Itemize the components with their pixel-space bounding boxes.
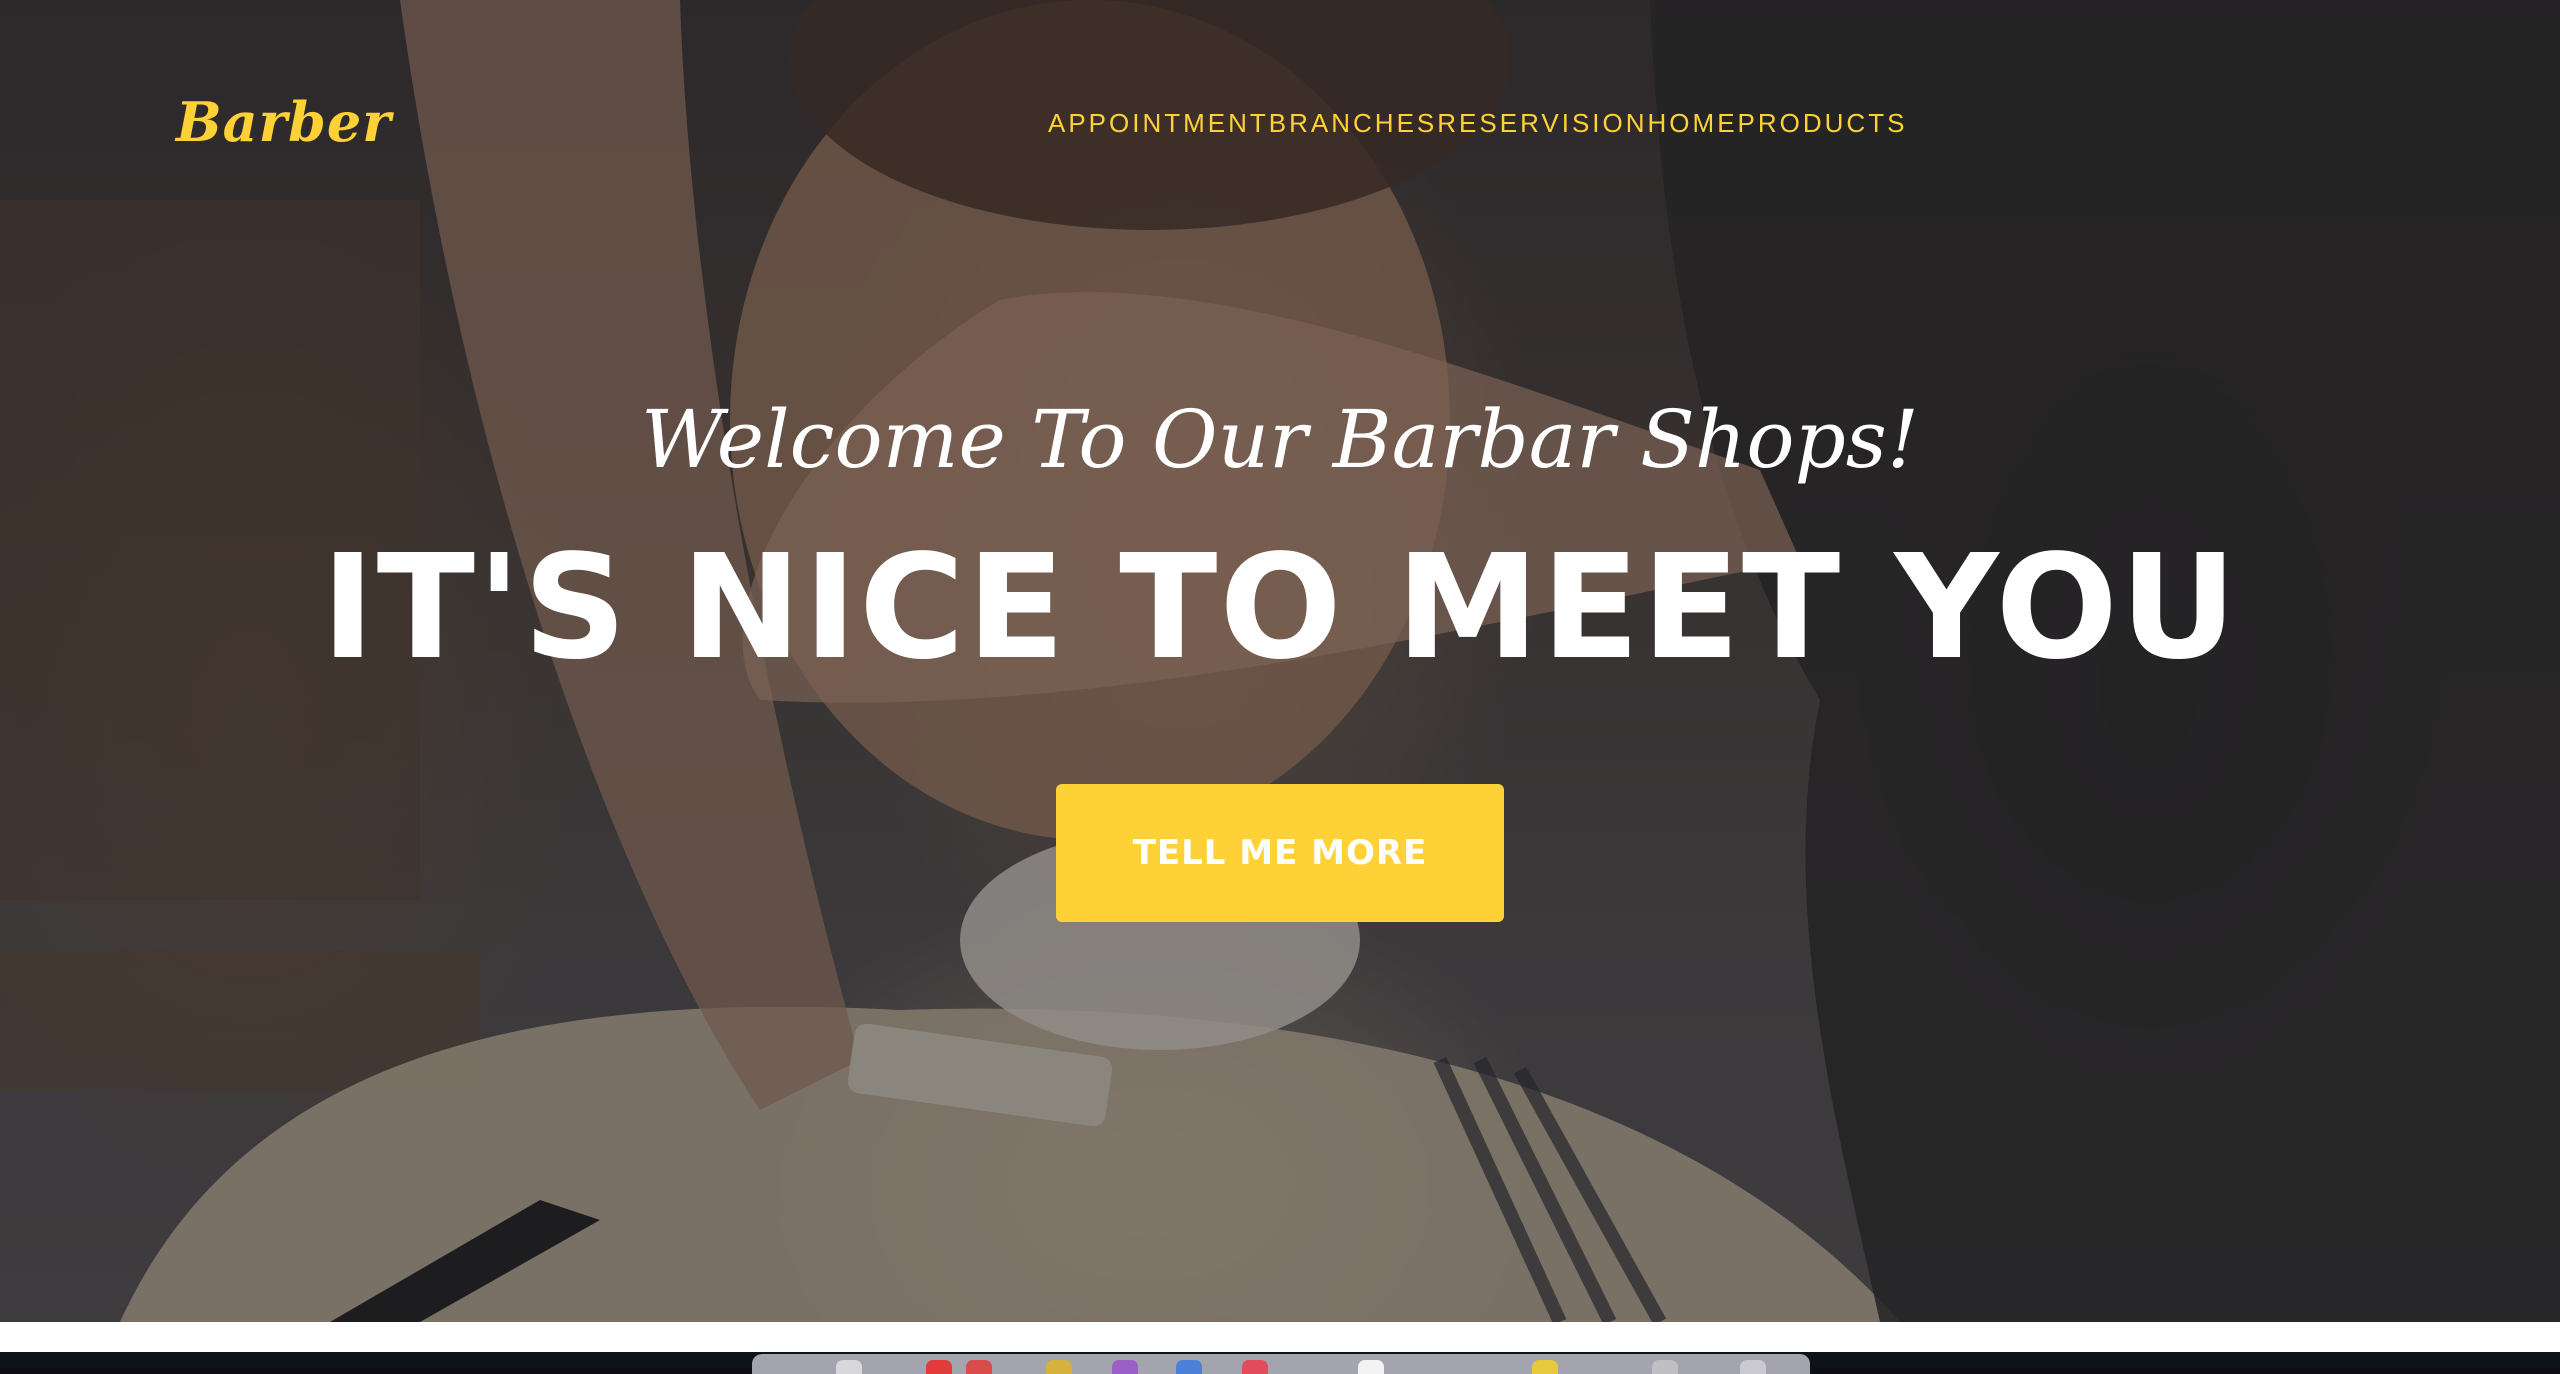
app-icon[interactable]	[1046, 1360, 1072, 1374]
app-icon[interactable]	[1358, 1360, 1384, 1374]
nav-link-reservision[interactable]: RESERVISION	[1437, 108, 1647, 138]
brand-logo[interactable]: Barber	[176, 90, 392, 154]
app-icon[interactable]	[1112, 1360, 1138, 1374]
hero-heading: IT'S NICE TO MEET YOU	[321, 523, 2239, 691]
app-icon[interactable]	[1242, 1360, 1268, 1374]
app-icon[interactable]	[926, 1360, 952, 1374]
hero-subheading: Welcome To Our Barbar Shops!	[641, 393, 1919, 486]
app-icon[interactable]	[966, 1360, 992, 1374]
app-icon[interactable]	[1740, 1360, 1766, 1374]
hero-section: Barber APPOINTMENT BRANCHES RESERVISION …	[0, 0, 2560, 1322]
hero-text-block: Welcome To Our Barbar Shops! IT'S NICE T…	[0, 390, 2560, 692]
tell-me-more-button[interactable]: TELL ME MORE	[1056, 784, 1504, 922]
nav-link-appointment[interactable]: APPOINTMENT	[1048, 108, 1269, 138]
main-navbar: Barber APPOINTMENT BRANCHES RESERVISION …	[0, 0, 2560, 250]
app-icon[interactable]	[1652, 1360, 1678, 1374]
nav-link-branches[interactable]: BRANCHES	[1269, 108, 1437, 138]
page-bottom-strip	[0, 1322, 2560, 1352]
app-icon[interactable]	[1532, 1360, 1558, 1374]
app-icon[interactable]	[836, 1360, 862, 1374]
app-dock	[752, 1354, 1810, 1374]
nav-link-home[interactable]: HOME	[1648, 108, 1738, 138]
nav-link-products[interactable]: PRODUCTS	[1738, 108, 1908, 138]
nav-links: APPOINTMENT BRANCHES RESERVISION HOME PR…	[1048, 108, 1907, 139]
app-icon[interactable]	[1176, 1360, 1202, 1374]
